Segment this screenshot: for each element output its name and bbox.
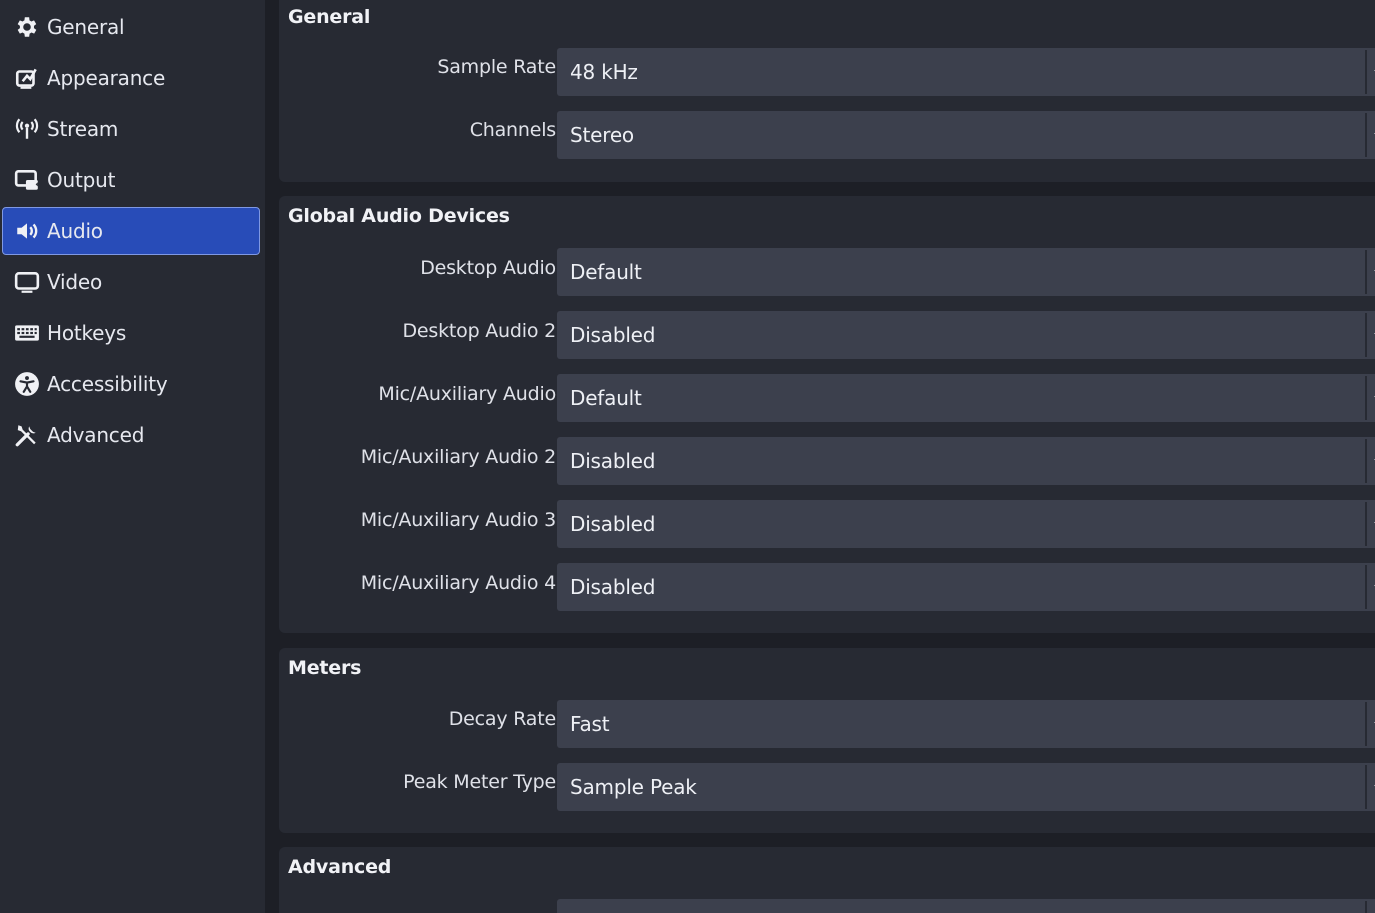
accessibility-icon xyxy=(13,370,41,398)
sidebar-item-advanced[interactable]: Advanced xyxy=(2,411,260,459)
select-value: Default xyxy=(570,260,642,284)
sidebar-item-accessibility[interactable]: Accessibility xyxy=(2,360,260,408)
group-title: General xyxy=(288,6,371,28)
select-value: Disabled xyxy=(570,575,656,599)
sample-rate-select[interactable]: 48 kHz xyxy=(557,48,1375,96)
mic-aux-2-select[interactable]: Disabled xyxy=(557,437,1375,485)
desktop-audio-2-select[interactable]: Disabled xyxy=(557,311,1375,359)
mic-aux-4-label: Mic/Auxiliary Audio 4 xyxy=(360,572,557,594)
mic-aux-3-label: Mic/Auxiliary Audio 3 xyxy=(360,509,557,531)
channels-label: Channels xyxy=(469,119,557,141)
advanced-group: Advanced xyxy=(279,847,1375,913)
sidebar-item-label: Video xyxy=(47,270,103,294)
advanced-select[interactable] xyxy=(557,899,1375,913)
meters-group: Meters Decay Rate Fast Peak Meter Type S… xyxy=(279,648,1375,833)
desktop-audio-2-label: Desktop Audio 2 xyxy=(402,320,556,342)
gear-icon xyxy=(13,13,41,41)
peak-meter-type-label: Peak Meter Type xyxy=(403,771,556,793)
mic-aux-label: Mic/Auxiliary Audio xyxy=(378,383,556,405)
sidebar-item-label: General xyxy=(47,15,125,39)
decay-rate-label: Decay Rate xyxy=(448,708,556,730)
tools-icon xyxy=(13,421,41,449)
peak-meter-type-select[interactable]: Sample Peak xyxy=(557,763,1375,811)
select-value: Disabled xyxy=(570,512,656,536)
sidebar-item-label: Advanced xyxy=(47,423,145,447)
broadcast-icon xyxy=(13,115,41,143)
keyboard-icon xyxy=(13,319,41,347)
sidebar-item-appearance[interactable]: Appearance xyxy=(2,54,260,102)
settings-window: General Appearance Stream Output Audio V… xyxy=(0,0,1375,913)
group-title: Global Audio Devices xyxy=(288,205,510,227)
speaker-icon xyxy=(13,217,41,245)
sidebar-item-audio[interactable]: Audio xyxy=(2,207,260,255)
sidebar-item-label: Accessibility xyxy=(47,372,168,396)
desktop-audio-label: Desktop Audio xyxy=(420,257,556,279)
sidebar-item-stream[interactable]: Stream xyxy=(2,105,260,153)
general-group: General Sample Rate 48 kHz Channels Ster… xyxy=(279,0,1375,182)
select-value: 48 kHz xyxy=(570,60,638,84)
channels-select[interactable]: Stereo xyxy=(557,111,1375,159)
select-value: Disabled xyxy=(570,323,656,347)
select-value: Disabled xyxy=(570,449,656,473)
select-value: Stereo xyxy=(570,123,634,147)
decay-rate-select[interactable]: Fast xyxy=(557,700,1375,748)
sidebar-item-label: Appearance xyxy=(47,66,166,90)
sample-rate-label: Sample Rate xyxy=(437,56,556,78)
mic-aux-3-select[interactable]: Disabled xyxy=(557,500,1375,548)
monitor-icon xyxy=(13,268,41,296)
audio-settings-panel: General Sample Rate 48 kHz Channels Ster… xyxy=(265,0,1375,913)
sidebar-item-general[interactable]: General xyxy=(2,3,260,51)
sidebar-item-label: Hotkeys xyxy=(47,321,127,345)
group-title: Advanced xyxy=(288,856,392,878)
sidebar: General Appearance Stream Output Audio V… xyxy=(0,0,265,913)
select-value: Fast xyxy=(570,712,610,736)
output-icon xyxy=(13,166,41,194)
sidebar-item-label: Output xyxy=(47,168,116,192)
sidebar-item-output[interactable]: Output xyxy=(2,156,260,204)
global-audio-devices-group: Global Audio Devices Desktop Audio Defau… xyxy=(279,196,1375,633)
sidebar-item-video[interactable]: Video xyxy=(2,258,260,306)
select-value: Sample Peak xyxy=(570,775,697,799)
mic-aux-2-label: Mic/Auxiliary Audio 2 xyxy=(360,446,557,468)
sidebar-item-label: Stream xyxy=(47,117,119,141)
select-value: Default xyxy=(570,386,642,410)
sidebar-item-hotkeys[interactable]: Hotkeys xyxy=(2,309,260,357)
appearance-icon xyxy=(13,64,41,92)
sidebar-item-label: Audio xyxy=(47,219,103,243)
mic-aux-4-select[interactable]: Disabled xyxy=(557,563,1375,611)
desktop-audio-select[interactable]: Default xyxy=(557,248,1375,296)
group-title: Meters xyxy=(288,657,362,679)
mic-aux-select[interactable]: Default xyxy=(557,374,1375,422)
